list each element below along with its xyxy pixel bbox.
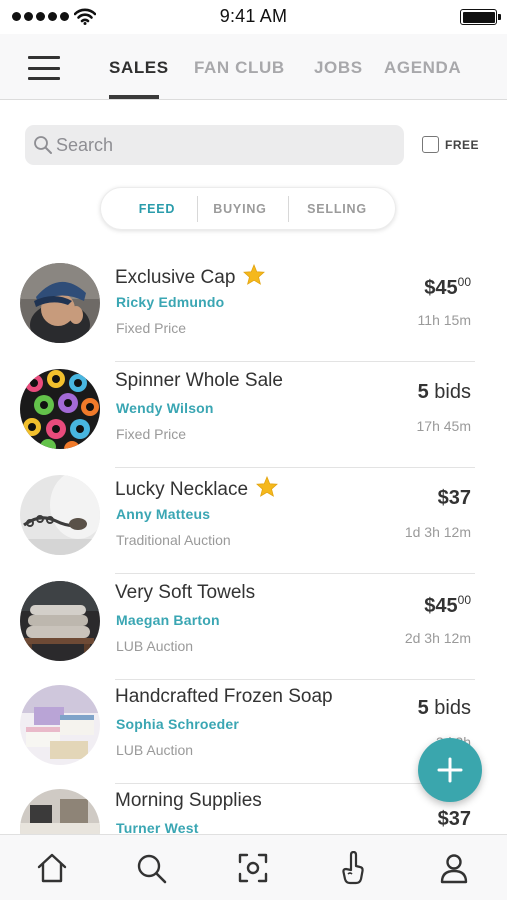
- list-item[interactable]: Very Soft Towels Maegan Barton LUB Aucti…: [0, 574, 507, 680]
- feed-segment-control: FEED BUYING SELLING: [100, 187, 396, 230]
- tab-sales[interactable]: SALES: [109, 58, 169, 78]
- time-left: 11h 15m: [417, 312, 471, 328]
- bottom-nav: [0, 834, 507, 900]
- item-price: $37: [438, 487, 471, 510]
- item-title: Very Soft Towels: [115, 582, 256, 603]
- item-title: Lucky Necklace: [115, 478, 249, 500]
- star-icon: [256, 475, 279, 503]
- seller-name[interactable]: Anny Matteus: [116, 506, 210, 522]
- price-amount: $37: [437, 487, 471, 509]
- item-thumbnail: [20, 369, 100, 449]
- item-thumbnail: [20, 263, 100, 343]
- search-bar[interactable]: [25, 125, 404, 165]
- sale-type: LUB Auction: [116, 742, 194, 758]
- segment-selling[interactable]: SELLING: [299, 202, 375, 216]
- sale-type: Fixed Price: [116, 426, 187, 442]
- price-amount: $37: [437, 808, 471, 830]
- profile-icon[interactable]: [437, 851, 471, 885]
- list-item[interactable]: Spinner Whole Sale Wendy Wilson Fixed Pr…: [0, 362, 507, 468]
- free-checkbox[interactable]: [422, 136, 439, 153]
- item-title: Spinner Whole Sale: [115, 370, 283, 391]
- bid-label: bids: [434, 697, 471, 719]
- foam-finger-icon[interactable]: [337, 851, 371, 885]
- battery-icon: [460, 9, 501, 25]
- scan-icon[interactable]: [236, 851, 270, 885]
- free-label: FREE: [445, 137, 480, 152]
- list-item[interactable]: Exclusive Cap Ricky Edmundo Fixed Price …: [0, 256, 507, 362]
- seller-name[interactable]: Ricky Edmundo: [116, 294, 224, 310]
- bid-label: bids: [434, 381, 471, 403]
- sale-type: LUB Auction: [116, 638, 194, 654]
- bid-number: 5: [417, 381, 429, 403]
- plus-icon: [437, 757, 463, 783]
- segment-divider: [197, 196, 198, 222]
- segment-feed[interactable]: FEED: [129, 202, 185, 216]
- item-thumbnail: [20, 685, 100, 765]
- item-title: Morning Supplies: [115, 790, 262, 811]
- home-icon[interactable]: [35, 851, 69, 885]
- seller-name[interactable]: Maegan Barton: [116, 612, 220, 628]
- item-title: Exclusive Cap: [115, 266, 236, 288]
- seller-name[interactable]: Wendy Wilson: [116, 400, 214, 416]
- price-cents: 00: [457, 275, 471, 289]
- sale-type: Traditional Auction: [116, 532, 231, 548]
- add-listing-button[interactable]: [418, 738, 482, 802]
- search-input[interactable]: [56, 125, 386, 165]
- tab-fan-club[interactable]: FAN CLUB: [194, 58, 285, 78]
- tab-jobs[interactable]: JOBS: [314, 58, 363, 78]
- menu-icon[interactable]: [28, 56, 60, 80]
- search-icon: [34, 136, 52, 154]
- sale-type: Fixed Price: [116, 320, 187, 336]
- seller-name[interactable]: Sophia Schroeder: [116, 716, 239, 732]
- segment-divider: [288, 196, 289, 222]
- item-price: $37: [438, 808, 471, 831]
- item-price: $4500: [424, 275, 471, 300]
- price-amount: $45: [424, 277, 458, 299]
- item-thumbnail: [20, 581, 100, 661]
- bid-count: 5 bids: [418, 381, 471, 404]
- bid-number: 5: [417, 697, 429, 719]
- free-filter[interactable]: FREE: [422, 136, 479, 153]
- status-time: 9:41 AM: [219, 6, 288, 26]
- star-icon: [243, 263, 266, 291]
- item-price: $4500: [424, 593, 471, 618]
- time-left: 2d 3h 12m: [404, 630, 471, 646]
- search-icon[interactable]: [134, 851, 168, 885]
- segment-buying[interactable]: BUYING: [207, 202, 273, 216]
- status-bar: 9:41 AM: [0, 0, 507, 34]
- price-amount: $45: [424, 595, 458, 617]
- tab-agenda[interactable]: AGENDA: [384, 58, 461, 78]
- list-item[interactable]: Lucky Necklace Anny Matteus Traditional …: [0, 468, 507, 574]
- top-nav: SALES FAN CLUB JOBS AGENDA: [0, 34, 507, 100]
- time-left: 1d 3h 12m: [404, 524, 471, 540]
- price-cents: 00: [457, 593, 471, 607]
- time-left: 17h 45m: [416, 418, 471, 434]
- active-tab-indicator: [109, 95, 159, 99]
- item-title: Handcrafted Frozen Soap: [115, 686, 333, 707]
- bid-count: 5 bids: [418, 697, 471, 720]
- item-thumbnail: [20, 475, 100, 555]
